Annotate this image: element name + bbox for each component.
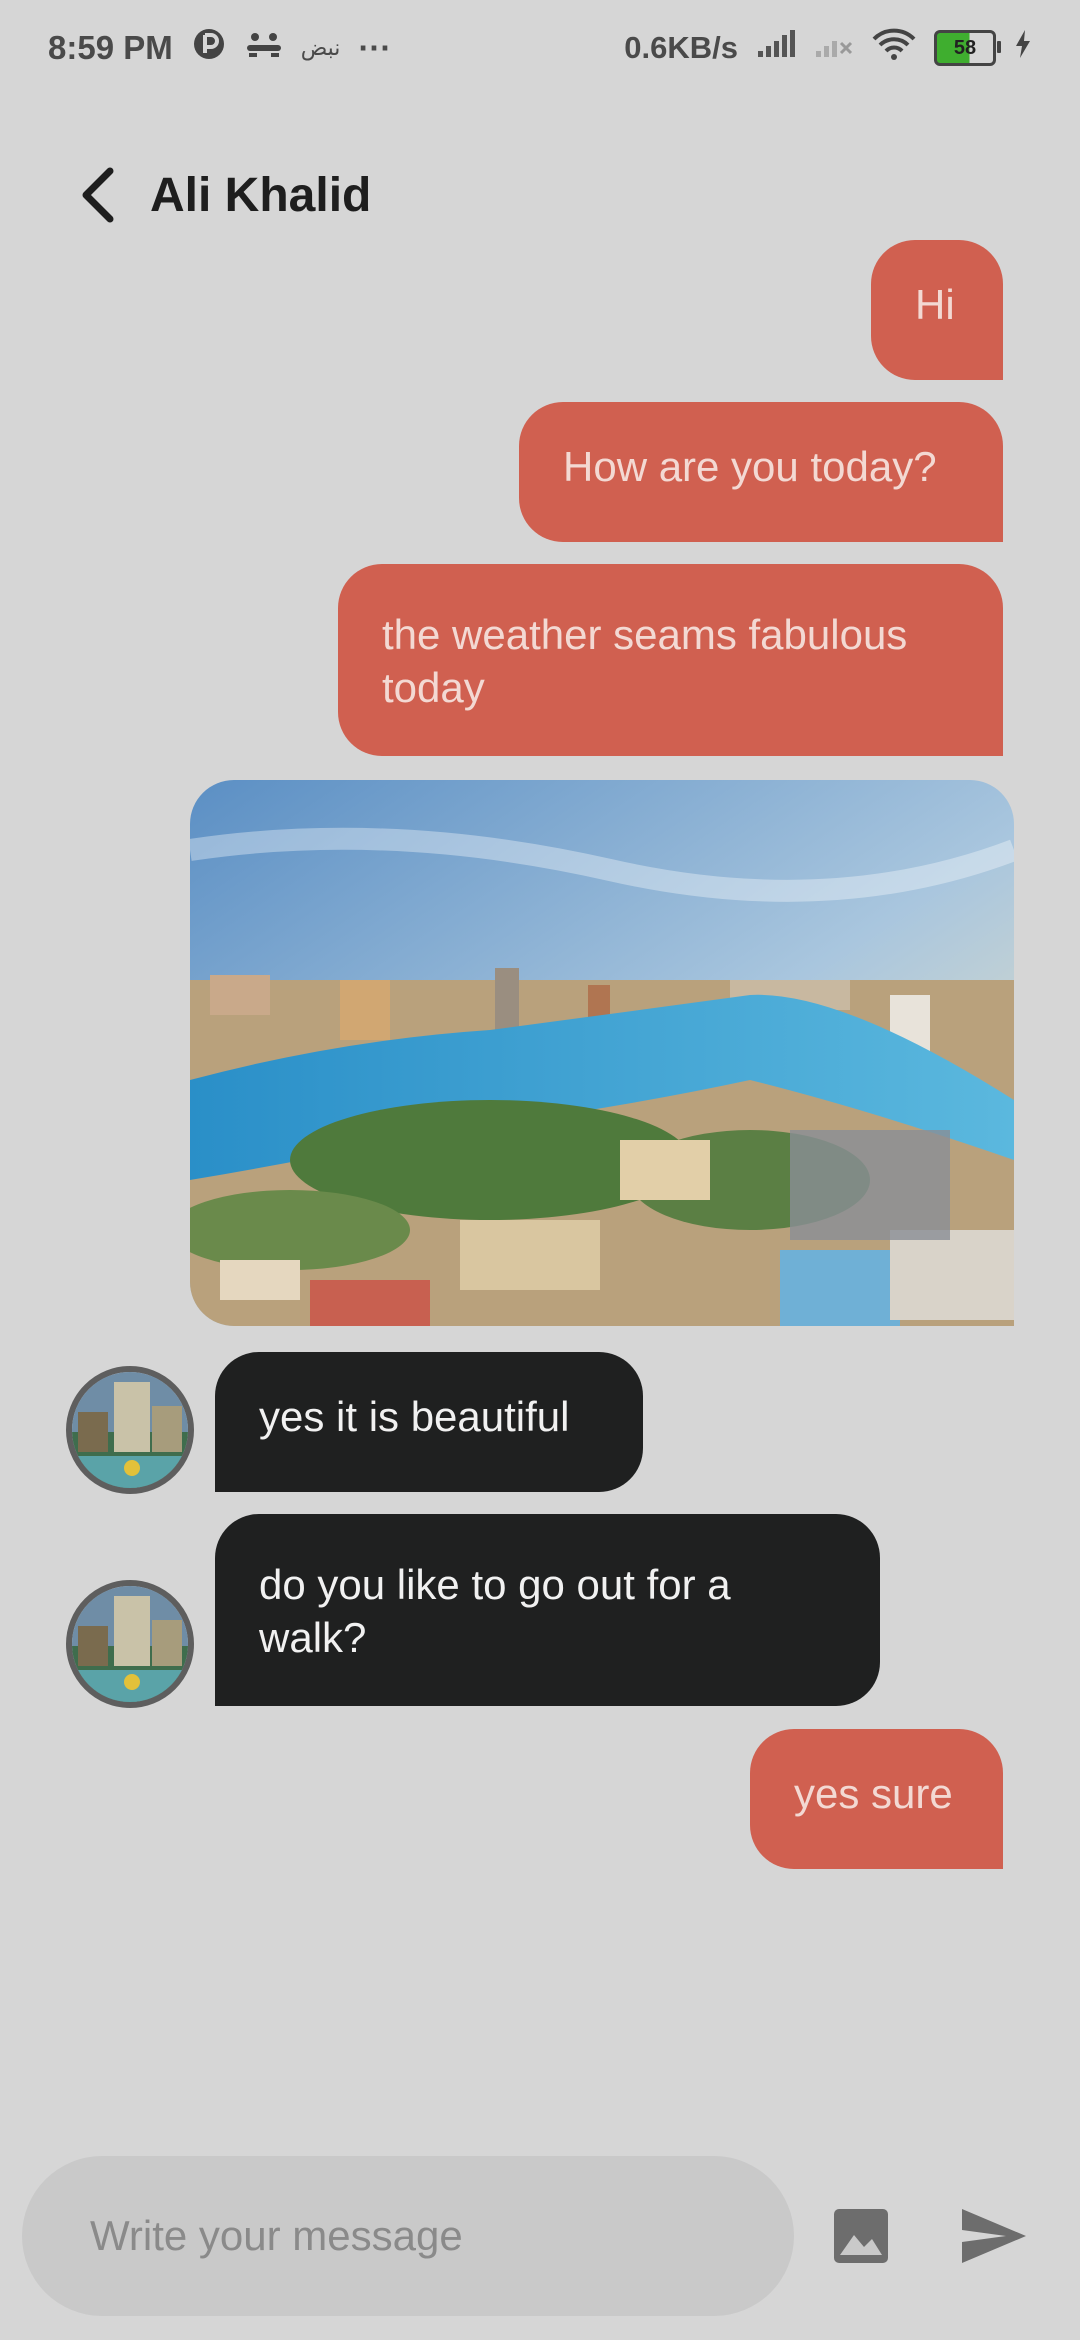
chat-header: Ali Khalid xyxy=(0,150,1080,240)
message-input[interactable] xyxy=(88,2211,732,2261)
send-button[interactable] xyxy=(958,2205,1030,2267)
status-right: 0.6KB/s 58 xyxy=(624,27,1032,69)
contact-avatar[interactable] xyxy=(66,1366,194,1494)
contact-avatar[interactable] xyxy=(66,1580,194,1708)
message-bubble-outgoing[interactable]: How are you today? xyxy=(519,402,1003,542)
app-notification-icon xyxy=(191,26,227,70)
image-message[interactable] xyxy=(190,780,1014,1326)
city-river-photo xyxy=(190,780,1014,1326)
image-icon xyxy=(834,2209,888,2263)
arabic-notification-label: نبض xyxy=(300,35,341,60)
message-composer xyxy=(22,2156,794,2316)
message-text: yes it is beautiful xyxy=(259,1393,570,1440)
chat-screen: 8:59 PM نبض ··· 0.6KB/s 58 Ali Khalid Hi… xyxy=(0,0,1080,2340)
contact-name: Ali Khalid xyxy=(150,168,372,222)
message-text: yes sure xyxy=(794,1770,953,1817)
attach-image-button[interactable] xyxy=(830,2205,892,2267)
message-text: Hi xyxy=(915,281,955,328)
charging-icon xyxy=(1014,29,1032,67)
message-text: the weather seams fabulous today xyxy=(382,611,908,711)
signal-icon xyxy=(756,29,796,67)
network-speed: 0.6KB/s xyxy=(624,30,738,65)
message-bubble-incoming[interactable]: do you like to go out for a walk? xyxy=(215,1514,880,1706)
send-icon xyxy=(962,2209,1026,2263)
message-bubble-outgoing[interactable]: the weather seams fabulous today xyxy=(338,564,1003,756)
message-bubble-outgoing[interactable]: yes sure xyxy=(750,1729,1003,1869)
chevron-left-icon xyxy=(82,167,114,223)
people-notification-icon xyxy=(245,29,283,67)
message-bubble-outgoing[interactable]: Hi xyxy=(871,240,1003,380)
avatar-photo xyxy=(72,1586,188,1702)
message-bubble-incoming[interactable]: yes it is beautiful xyxy=(215,1352,643,1492)
more-notifications-icon: ··· xyxy=(358,29,392,66)
message-text: How are you today? xyxy=(563,443,937,490)
status-left: 8:59 PM نبض ··· xyxy=(48,26,391,70)
signal-2-icon xyxy=(814,29,854,67)
wifi-icon xyxy=(872,27,916,69)
back-button[interactable] xyxy=(58,155,138,235)
status-time: 8:59 PM xyxy=(48,29,173,66)
battery-icon: 58 xyxy=(934,30,1001,66)
status-bar: 8:59 PM نبض ··· 0.6KB/s 58 xyxy=(0,0,1080,96)
message-text: do you like to go out for a walk? xyxy=(259,1561,731,1661)
avatar-photo xyxy=(72,1372,188,1488)
